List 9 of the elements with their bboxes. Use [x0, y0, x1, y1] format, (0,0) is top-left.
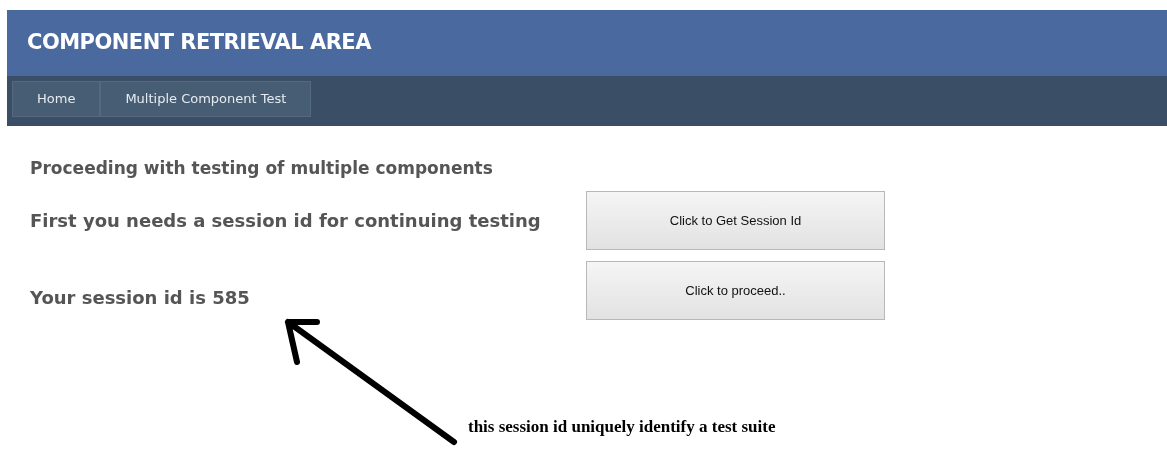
section-heading: Proceeding with testing of multiple components: [30, 157, 494, 180]
nav-tab[interactable]: Multiple Component Test: [100, 81, 312, 117]
action-button[interactable]: Click to Get Session Id: [586, 191, 885, 250]
action-button[interactable]: Click to proceed..: [586, 261, 885, 320]
info-text: Your session id is 585: [30, 286, 251, 310]
annotation-text: this session id uniquely identify a test suite: [468, 416, 777, 438]
nav-tab[interactable]: Home: [12, 81, 101, 117]
page-title: COMPONENT RETRIEVAL AREA: [27, 29, 371, 57]
info-text: First you needs a session id for continuing testing: [30, 209, 542, 233]
